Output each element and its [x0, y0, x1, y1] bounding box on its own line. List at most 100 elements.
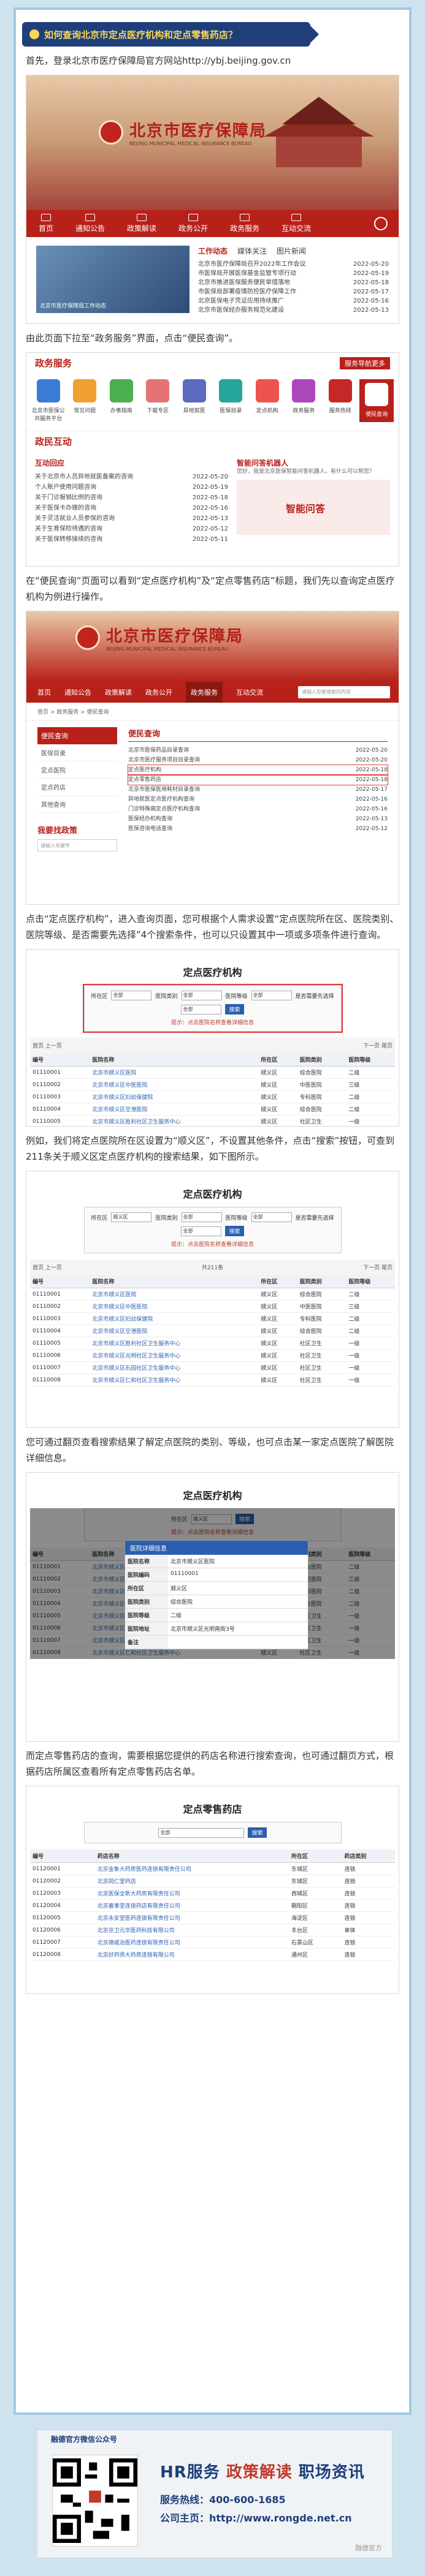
table-row[interactable]: 01110002北京市顺义区中医医院顺义区中医医院三级 [30, 1300, 395, 1313]
news-image[interactable]: 北京市医疗保障局工作动态 [36, 246, 190, 313]
nav-notice[interactable]: 通知公告 [64, 687, 91, 697]
pharmacy-district-select[interactable]: 全部 [158, 1827, 245, 1838]
service-designated[interactable]: 定点机构 [250, 379, 285, 422]
search-icon[interactable] [374, 217, 388, 230]
service-hotline[interactable]: 服务热线 [323, 379, 358, 422]
query-icon [365, 383, 389, 406]
search-input[interactable]: 请输入您要搜索的内容 [298, 686, 390, 698]
choice-select[interactable]: 全部 [181, 1226, 222, 1236]
search-button[interactable]: 搜索 [225, 1226, 244, 1236]
smart-qa-box[interactable]: 智能问答 [237, 480, 390, 535]
table-row[interactable]: 01110003北京市顺义区妇幼保健院顺义区专科医院二级 [30, 1090, 395, 1103]
nav-service[interactable]: 政务服务 [230, 214, 259, 233]
site-logo[interactable]: 北京市医疗保障局 BEIJING MUNICIPAL MEDICAL INSUR… [99, 118, 267, 146]
smart-robot[interactable]: 智能问答机器人 您好，我是北京医保智能问答机器人，有什么可以帮您？ 智能问答 [237, 458, 390, 545]
service-bianmin[interactable]: 便民查询 [359, 379, 394, 422]
table-row[interactable]: 01120008 北京好药师大药房连锁有限公司 通州区 连锁 [30, 1948, 395, 1961]
table-row[interactable]: 01120005 北京永安堂医药连锁有限责任公司 海淀区 连锁 [30, 1911, 395, 1924]
service-guide[interactable]: 办事指南 [104, 379, 139, 422]
query-item[interactable]: 北京市医保医用耗材目录查询 2022-05-17 [128, 785, 388, 795]
interact-item[interactable]: 关于门诊报销比例的咨询 2022-05-18 [35, 493, 228, 503]
news-item[interactable]: 北京市医疗保障局召开2022年工作会议 2022-05-20 [198, 260, 389, 269]
interact-item[interactable]: 关于医保卡办理的咨询 2022-05-16 [35, 503, 228, 513]
table-row[interactable]: 01110005北京市顺义区胜利社区卫生服务中心顺义区社区卫生一级 [30, 1337, 395, 1350]
table-row[interactable]: 01120007 北京德威治医药连锁有限责任公司 石景山区 连锁 [30, 1936, 395, 1949]
qr-code[interactable] [52, 2455, 138, 2547]
nav-public[interactable]: 政务公开 [178, 214, 208, 233]
interact-item[interactable]: 关于灵活就业人员参保的咨询 2022-05-13 [35, 513, 228, 524]
news-item[interactable]: 市医保局开展医保基金监管专项行动 2022-05-19 [198, 269, 389, 278]
query-item[interactable]: 北京市医保药品目录查询 2022-05-20 [128, 746, 388, 755]
nav-notice[interactable]: 通知公告 [75, 214, 105, 233]
level-select[interactable]: 全部 [251, 991, 292, 1000]
type-select[interactable]: 全部 [181, 991, 222, 1000]
pharmacy-search-button[interactable]: 搜索 [248, 1827, 267, 1838]
interact-item[interactable]: 关于生育保险待遇的咨询 2022-05-12 [35, 524, 228, 534]
nav-home[interactable]: 首页 [37, 687, 51, 697]
table-row[interactable]: 01120001 北京金象大药房医药连锁有限责任公司 东城区 连锁 [30, 1862, 395, 1875]
nav-home[interactable]: 首页 [39, 214, 53, 233]
table-row[interactable]: 01120004 北京嘉事堂连锁药店有限责任公司 朝阳区 连锁 [30, 1899, 395, 1912]
table-row[interactable]: 01110004北京市顺义区空港医院顺义区综合医院二级 [30, 1324, 395, 1337]
nav-service[interactable]: 政务服务 [186, 682, 223, 703]
news-item[interactable]: 市医保局部署疫情防控医疗保障工作 2022-05-17 [198, 287, 389, 297]
side-item[interactable]: 医保目录 [37, 744, 117, 761]
table-row[interactable]: 01110004北京市顺义区空港医院顺义区综合医院二级 [30, 1103, 395, 1116]
table-row[interactable]: 01120002 北京同仁堂药店 东城区 连锁 [30, 1875, 395, 1887]
level-select[interactable]: 全部 [251, 1212, 292, 1222]
query-item-hospital[interactable]: 定点医疗机构 2022-05-18 [128, 765, 388, 776]
nav-interact[interactable]: 互动交流 [236, 687, 263, 697]
search-button[interactable]: 搜索 [225, 1004, 244, 1014]
side-item[interactable]: 其他查询 [37, 796, 117, 813]
query-item[interactable]: 门诊特殊病定点医疗机构查询 2022-05-16 [128, 804, 388, 814]
interact-item[interactable]: 关于医保转移接续的咨询 2022-05-11 [35, 534, 228, 545]
nav-interact[interactable]: 互动交流 [281, 214, 311, 233]
table-row[interactable]: 01120006 北京京卫元华医药科技有限公司 丰台区 单体 [30, 1924, 395, 1936]
nav-policy[interactable]: 政策解读 [127, 214, 156, 233]
news-item[interactable]: 北京市医保经办服务规范化建设 2022-05-13 [198, 306, 389, 315]
news-item[interactable]: 北京医保电子凭证应用持续推广 2022-05-16 [198, 297, 389, 306]
table-row[interactable]: 01110006北京市顺义区光明社区卫生服务中心顺义区社区卫生一级 [30, 1349, 395, 1362]
table-row[interactable]: 01110008 北京市顺义区仁和社区卫生服务中心 顺义区 社区卫生 一级 [30, 1373, 395, 1386]
query-item[interactable]: 医保经办机构查询 2022-05-13 [128, 814, 388, 824]
side-item[interactable]: 定点医院 [37, 761, 117, 779]
tab-work-news[interactable]: 工作动态 [198, 246, 228, 256]
nav-public[interactable]: 政务公开 [145, 687, 172, 697]
site-banner-small: 北京市医疗保障局 BEIJING MUNICIPAL MEDICAL INSUR… [26, 611, 399, 682]
table-row[interactable]: 01110003北京市顺义区妇幼保健院顺义区专科医院二级 [30, 1312, 395, 1325]
tab-interact-response[interactable]: 互动回应 [35, 458, 228, 468]
site-name-en: BEIJING MUNICIPAL MEDICAL INSURANCE BURE… [129, 141, 252, 146]
table-row[interactable]: 01110005北京市顺义区胜利社区卫生服务中心顺义区社区卫生一级 [30, 1115, 395, 1126]
news-item[interactable]: 北京市推进医保服务便民举措落地 2022-05-18 [198, 278, 389, 287]
nav-policy[interactable]: 政策解读 [105, 687, 132, 697]
district-select[interactable]: 全部 [111, 991, 152, 1000]
query-item-pharmacy[interactable]: 定点零售药店 2022-05-18 [128, 774, 388, 785]
interact-item[interactable]: 关于北京市人员异地就医备案的咨询 2022-05-20 [35, 472, 228, 482]
query-item[interactable]: 异地就医定点医疗机构查询 2022-05-16 [128, 795, 388, 804]
table-row[interactable]: 01110002北京市顺义区中医医院顺义区中医医院三级 [30, 1078, 395, 1091]
interact-item[interactable]: 个人账户使用问题咨询 2022-05-19 [35, 482, 228, 493]
service-faq[interactable]: 常见问题 [67, 379, 102, 422]
tab-photo-news[interactable]: 图片新闻 [277, 246, 306, 256]
tab-media[interactable]: 媒体关注 [237, 246, 267, 256]
service-remote[interactable]: 异地就医 [177, 379, 212, 422]
filter-form: 所在区 顺义区 医院类别 全部 医院等级 全部 是否需要先选择 全部 搜索 提示：点击医… [83, 1207, 342, 1253]
service-platform[interactable]: 北京市医保公共服务平台 [31, 379, 66, 422]
district-select[interactable]: 顺义区 [111, 1212, 152, 1222]
query-item[interactable]: 医保咨询电话查询 2022-05-12 [128, 824, 388, 834]
choice-select[interactable]: 全部 [181, 1004, 222, 1014]
service-gov[interactable]: 政务服务 [286, 379, 321, 422]
type-select[interactable]: 全部 [181, 1212, 222, 1222]
service-nav-more[interactable]: 服务导航更多 [340, 357, 390, 369]
service-download[interactable]: 下载专区 [140, 379, 175, 422]
policy-search-input[interactable]: 请输入关键字 [37, 839, 117, 852]
site-logo[interactable]: 北京市医疗保障局 BEIJING MUNICIPAL MEDICAL INSUR… [75, 624, 243, 652]
table-row[interactable]: 01110001北京市顺义区医院顺义区综合医院二级 [30, 1288, 395, 1301]
service-catalog[interactable]: 医保目录 [213, 379, 248, 422]
query-item[interactable]: 北京市医疗服务项目目录查询 2022-05-20 [128, 755, 388, 765]
homepage-link[interactable]: 公司主页：http://www.rongde.net.cn [160, 2510, 352, 2525]
table-row[interactable]: 01110001北京市顺义区医院顺义区综合医院二级 [30, 1066, 395, 1079]
side-item[interactable]: 定点药店 [37, 779, 117, 796]
table-row[interactable]: 01120003 北京医保全新大药房有限责任公司 西城区 连锁 [30, 1887, 395, 1900]
table-row[interactable]: 01110007北京市顺义区石园社区卫生服务中心顺义区社区卫生一级 [30, 1361, 395, 1374]
